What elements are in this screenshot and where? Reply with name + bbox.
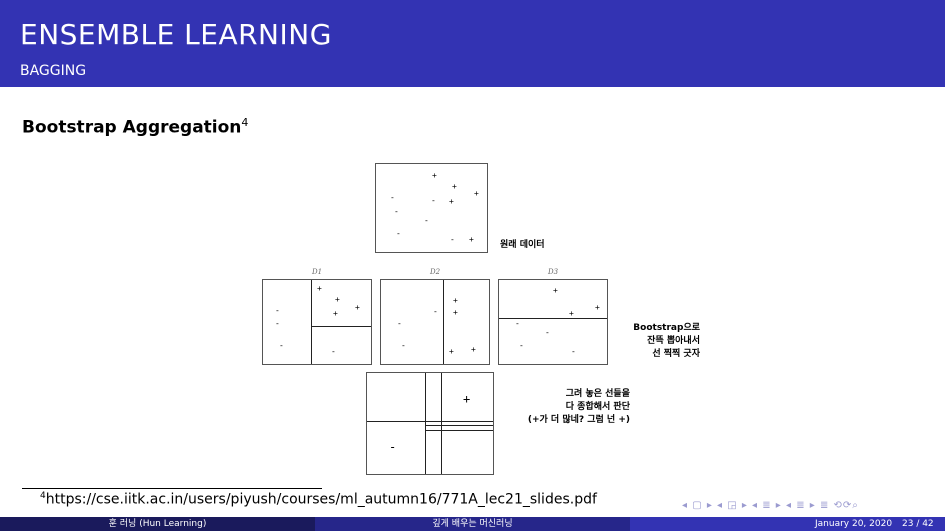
- note-line: 선 찍찍 긋자: [652, 349, 700, 359]
- slide-footer: 훈 러닝 (Hun Learning) 깊게 배우는 머신러닝 January …: [0, 517, 945, 531]
- plus-point: +: [335, 295, 340, 304]
- plus-point: +: [317, 284, 322, 293]
- footnote-rule: [22, 488, 322, 489]
- minus-point: -: [450, 235, 455, 244]
- bootstrap-note: Bootstrap으로 잔뜩 뽑아내서 선 찍찍 긋자: [600, 322, 700, 361]
- split-line: [311, 280, 312, 364]
- note-line: (+가 더 많네? 그럼 넌 +): [527, 415, 630, 425]
- bootstrap-panel-1: + + + + - - - -: [262, 279, 372, 365]
- note-line: 그려 놓은 선들을: [565, 389, 630, 399]
- bootstrap-panel-3: + + + - - - -: [498, 279, 608, 365]
- plus-point: +: [474, 189, 479, 198]
- plus-point: +: [432, 171, 437, 180]
- slide-subtitle: BAGGING: [20, 63, 87, 79]
- minus-point: -: [431, 196, 436, 205]
- footer-author: 훈 러닝 (Hun Learning): [0, 517, 315, 531]
- footer-course: 깊게 배우는 머신러닝: [315, 517, 630, 531]
- plus-point: +: [333, 309, 338, 318]
- plus-point: +: [453, 296, 458, 305]
- footer-page: 23 / 42: [902, 519, 934, 529]
- minus-point: -: [279, 341, 284, 350]
- plus-point: +: [569, 309, 574, 318]
- minus-point: -: [545, 328, 550, 337]
- note-line: Bootstrap으로: [633, 323, 700, 333]
- subset-label-d2: D2: [430, 268, 441, 276]
- bootstrap-panel-2: + + - - - + +: [380, 279, 490, 365]
- split-line: [311, 326, 371, 327]
- minus-point: -: [424, 216, 429, 225]
- plus-point: +: [449, 347, 454, 356]
- split-line: [441, 373, 442, 474]
- minus-point: -: [571, 347, 576, 356]
- minus-point: -: [390, 193, 395, 202]
- minus-point: -: [397, 319, 402, 328]
- plus-point: +: [471, 345, 476, 354]
- minus-point: -: [331, 347, 336, 356]
- original-data-label: 원래 데이터: [500, 240, 545, 250]
- footer-date-page: January 20, 2020 23 / 42: [630, 517, 945, 531]
- footnote: 4https://cse.iitk.ac.in/users/piyush/cou…: [40, 491, 597, 508]
- minus-point: -: [515, 319, 520, 328]
- plus-point: +: [469, 235, 474, 244]
- footer-course-text: 깊게 배우는 머신러닝: [432, 519, 513, 529]
- original-data-panel: + + + + - - - - - - +: [375, 163, 488, 253]
- footer-author-text: 훈 러닝 (Hun Learning): [108, 519, 207, 529]
- split-line: [443, 280, 444, 364]
- subset-label-d1: D1: [312, 268, 323, 276]
- plus-region-label: +: [463, 392, 471, 406]
- minus-point: -: [396, 229, 401, 238]
- beamer-navigation-icons[interactable]: ◂ ▢ ▸ ◂ ◲ ▸ ◂ ≣ ▸ ◂ ≣ ▸ ≣ ⟲⟳⌕: [682, 500, 859, 511]
- plus-point: +: [452, 182, 457, 191]
- split-line: [367, 421, 493, 422]
- minus-point: -: [394, 207, 399, 216]
- plus-point: +: [595, 303, 600, 312]
- frame-title: Bootstrap Aggregation4: [22, 116, 248, 138]
- subset-label-d3: D3: [548, 268, 559, 276]
- plus-point: +: [449, 197, 454, 206]
- slide-title: ENSEMBLE LEARNING: [20, 18, 332, 51]
- footnote-mark: 4: [241, 116, 249, 129]
- minus-point: -: [275, 319, 280, 328]
- plus-point: +: [355, 303, 360, 312]
- minus-point: -: [401, 341, 406, 350]
- footer-date: January 20, 2020: [815, 519, 893, 529]
- minus-region-label: -: [389, 440, 397, 454]
- minus-point: -: [519, 341, 524, 350]
- split-line: [425, 373, 426, 474]
- split-line: [425, 430, 493, 431]
- footnote-url[interactable]: https://cse.iitk.ac.in/users/piyush/cour…: [46, 492, 597, 508]
- note-line: 다 종합해서 판단: [565, 402, 630, 412]
- note-line: 잔뜩 뽑아내서: [647, 336, 700, 346]
- frame-title-text: Bootstrap Aggregation: [22, 117, 242, 138]
- plus-point: +: [453, 308, 458, 317]
- plus-point: +: [553, 286, 558, 295]
- aggregate-note: 그려 놓은 선들을 다 종합해서 판단 (+가 더 많네? 그럼 넌 +): [490, 388, 630, 427]
- aggregated-panel: + -: [366, 372, 494, 475]
- slide-header: ENSEMBLE LEARNING BAGGING: [0, 0, 945, 87]
- minus-point: -: [275, 306, 280, 315]
- split-line: [425, 425, 493, 426]
- minus-point: -: [433, 307, 438, 316]
